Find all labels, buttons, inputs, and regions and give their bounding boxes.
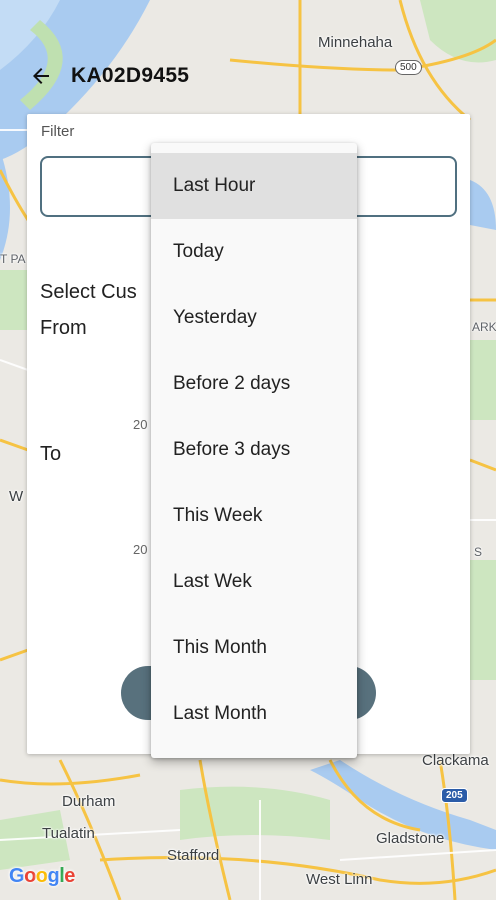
- map-label-west-linn: West Linn: [306, 871, 373, 888]
- menu-item-last-month[interactable]: Last Month: [151, 681, 357, 747]
- menu-item-label: This Week: [173, 505, 263, 526]
- to-date-hint[interactable]: 20: [133, 542, 147, 557]
- filter-dropdown-menu: Last Hour Today Yesterday Before 2 days …: [151, 143, 357, 758]
- menu-item-label: Before 3 days: [173, 439, 291, 460]
- menu-item-last-hour[interactable]: Last Hour: [151, 153, 357, 219]
- app-bar: KA02D9455: [0, 48, 496, 104]
- map-label-w: W: [9, 488, 24, 505]
- menu-item-label: Last Month: [173, 703, 267, 724]
- menu-item-label: Before 2 days: [173, 373, 291, 394]
- menu-item-before-3-days[interactable]: Before 3 days: [151, 417, 357, 483]
- menu-item-today[interactable]: Today: [151, 219, 357, 285]
- menu-item-yesterday[interactable]: Yesterday: [151, 285, 357, 351]
- menu-item-label: Yesterday: [173, 307, 257, 328]
- menu-item-this-month[interactable]: This Month: [151, 615, 357, 681]
- map-label-s: S: [474, 545, 483, 559]
- back-button[interactable]: [17, 52, 65, 100]
- page-title: KA02D9455: [71, 64, 190, 87]
- from-date-hint[interactable]: 20: [133, 417, 147, 432]
- arrow-back-icon: [33, 68, 49, 84]
- i205-shield: 205: [441, 788, 468, 803]
- google-logo: Google: [9, 865, 75, 887]
- menu-item-label: This Month: [173, 637, 267, 658]
- menu-item-last-week[interactable]: Last Wek: [151, 549, 357, 615]
- map-label-tpa: T PA: [0, 252, 26, 266]
- from-label: From: [40, 317, 87, 339]
- menu-item-label: Last Hour: [173, 175, 256, 196]
- menu-item-label: Today: [173, 241, 224, 262]
- menu-item-this-week[interactable]: This Week: [151, 483, 357, 549]
- map-label-stafford: Stafford: [167, 847, 220, 864]
- menu-item-label: Last Wek: [173, 571, 252, 592]
- map-label-tualatin: Tualatin: [42, 825, 95, 842]
- map-label-durham: Durham: [62, 793, 116, 810]
- select-custom-label: Select Cus: [40, 281, 137, 303]
- map-label-clackamas: Clackama: [422, 752, 489, 769]
- filter-label: Filter: [41, 123, 75, 140]
- map-label-gladstone: Gladstone: [376, 830, 445, 847]
- menu-item-before-2-days[interactable]: Before 2 days: [151, 351, 357, 417]
- map-label-park: ARK: [472, 320, 496, 334]
- to-label: To: [40, 443, 62, 465]
